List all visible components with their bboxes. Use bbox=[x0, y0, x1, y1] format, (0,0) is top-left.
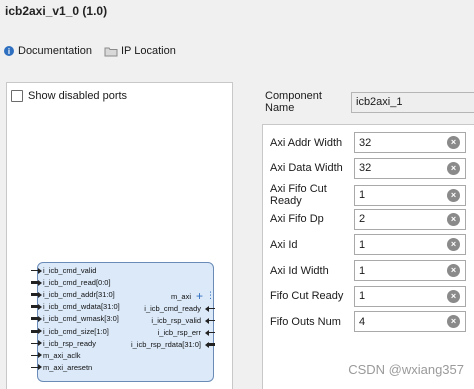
parameter-label: Axi Fifo Cut Ready bbox=[270, 183, 327, 208]
port-arrow bbox=[38, 315, 42, 322]
parameter-field: × bbox=[354, 234, 466, 256]
port-arrow bbox=[205, 317, 209, 324]
symbol-output-port: i_icb_rsp_rdata[31:0] bbox=[130, 340, 201, 349]
parameter-label: Axi Id bbox=[270, 238, 298, 251]
parameter-label: Fifo Cut Ready bbox=[270, 290, 344, 303]
parameter-row: Fifo Outs Num × bbox=[270, 311, 466, 333]
port-arrow bbox=[38, 328, 42, 334]
parameter-field: × bbox=[354, 311, 466, 333]
show-disabled-ports-label: Show disabled ports bbox=[28, 90, 128, 102]
clear-icon[interactable]: × bbox=[447, 289, 460, 303]
watermark: CSDN @wxiang357 bbox=[348, 362, 464, 377]
port-arrow bbox=[38, 364, 42, 371]
component-name-row: Component Name bbox=[265, 90, 474, 114]
parameter-row: Fifo Cut Ready × bbox=[270, 285, 466, 307]
configuration-area: Component Name Axi Addr Width×Axi Data W… bbox=[258, 82, 474, 389]
port-arrow bbox=[205, 341, 209, 348]
parameter-row: Axi Id Width × bbox=[270, 260, 466, 281]
symbol-input-port: i_icb_cmd_wdata[31:0] bbox=[43, 302, 120, 312]
symbol-output-port: i_icb_rsp_err bbox=[157, 328, 201, 337]
symbol-input-port: m_axi_aclk bbox=[43, 350, 81, 360]
parameter-input[interactable] bbox=[355, 235, 445, 255]
parameter-input[interactable] bbox=[355, 286, 445, 306]
parameter-field: × bbox=[354, 184, 466, 206]
clear-icon[interactable]: × bbox=[447, 136, 460, 149]
parameter-row: Axi Fifo Dp × bbox=[270, 208, 466, 230]
port-arrow bbox=[38, 291, 42, 298]
symbol-input-port: i_icb_cmd_read[0:0] bbox=[43, 278, 111, 288]
symbol-input-port: i_icb_rsp_ready bbox=[43, 338, 96, 348]
symbol-output-port: i_icb_cmd_ready bbox=[144, 304, 201, 313]
component-name-field[interactable] bbox=[351, 91, 474, 113]
ip-location-label: IP Location bbox=[121, 45, 176, 57]
symbol-input-port: i_icb_cmd_wmask[3:0] bbox=[43, 314, 119, 324]
parameter-label: Axi Id Width bbox=[270, 264, 329, 277]
clear-icon[interactable]: × bbox=[447, 264, 460, 277]
documentation-button[interactable]: i Documentation bbox=[2, 45, 92, 57]
parameter-row: Axi Id × bbox=[270, 234, 466, 256]
parameter-row: Axi Fifo Cut Ready × bbox=[270, 183, 466, 207]
expand-interface-icon[interactable]: + bbox=[196, 289, 203, 303]
parameter-input[interactable] bbox=[355, 158, 445, 178]
parameter-input[interactable] bbox=[355, 209, 445, 229]
port-arrow bbox=[205, 329, 209, 336]
symbol-input-port: i_icb_cmd_size[1:0] bbox=[43, 326, 109, 336]
parameter-row: Axi Addr Width × bbox=[270, 132, 466, 153]
port-arrow bbox=[38, 352, 42, 359]
svg-text:i: i bbox=[8, 47, 10, 56]
parameter-row: Axi Data Width × bbox=[270, 157, 466, 179]
symbol-panel: Show disabled ports i_icb_cmd_valid i_icb… bbox=[6, 82, 233, 389]
parameter-input[interactable] bbox=[355, 312, 445, 332]
ip-location-button[interactable]: IP Location bbox=[104, 45, 176, 57]
window-title: icb2axi_v1_0 (1.0) bbox=[5, 4, 108, 18]
component-name-label: Component Name bbox=[265, 90, 322, 114]
port-arrow bbox=[38, 303, 42, 310]
show-disabled-ports-checkbox[interactable]: Show disabled ports bbox=[11, 90, 127, 102]
parameter-label: Fifo Outs Num bbox=[270, 315, 341, 328]
symbol-input-port: i_icb_cmd_addr[31:0] bbox=[43, 290, 115, 300]
checkbox-box[interactable] bbox=[11, 90, 23, 102]
parameter-label: Axi Data Width bbox=[270, 162, 343, 175]
parameters-panel: Axi Addr Width×Axi Data Width×Axi Fifo C… bbox=[262, 124, 474, 389]
port-arrow bbox=[38, 340, 42, 347]
parameter-field: × bbox=[354, 208, 466, 230]
port-arrow bbox=[38, 267, 42, 274]
symbol-output-port: i_icb_rsp_valid bbox=[151, 316, 201, 325]
clear-icon[interactable]: × bbox=[447, 188, 460, 202]
symbol-input-port: m_axi_aresetn bbox=[43, 362, 93, 372]
parameter-field: × bbox=[354, 260, 466, 281]
documentation-label: Documentation bbox=[18, 45, 92, 57]
parameter-label: Axi Fifo Dp bbox=[270, 213, 324, 226]
parameter-input[interactable] bbox=[355, 261, 445, 280]
clear-icon[interactable]: × bbox=[447, 238, 460, 252]
toolbar: i Documentation IP Location bbox=[2, 45, 176, 57]
port-arrow bbox=[205, 305, 209, 312]
symbol-input-port: i_icb_cmd_valid bbox=[43, 266, 97, 275]
clear-icon[interactable]: × bbox=[447, 212, 460, 226]
folder-icon bbox=[104, 45, 118, 57]
port-arrow bbox=[38, 279, 42, 286]
parameter-field: × bbox=[354, 157, 466, 179]
bus-interface-icon: ⋮ bbox=[206, 290, 215, 300]
parameter-field: × bbox=[354, 132, 466, 153]
parameter-input[interactable] bbox=[355, 185, 445, 205]
parameter-input[interactable] bbox=[355, 133, 445, 152]
symbol-interface-port: m_axi bbox=[170, 292, 191, 301]
parameter-label: Axi Addr Width bbox=[270, 136, 343, 149]
parameter-field: × bbox=[354, 285, 466, 307]
clear-icon[interactable]: × bbox=[447, 315, 460, 329]
book-icon: i bbox=[2, 45, 16, 57]
clear-icon[interactable]: × bbox=[447, 161, 460, 175]
